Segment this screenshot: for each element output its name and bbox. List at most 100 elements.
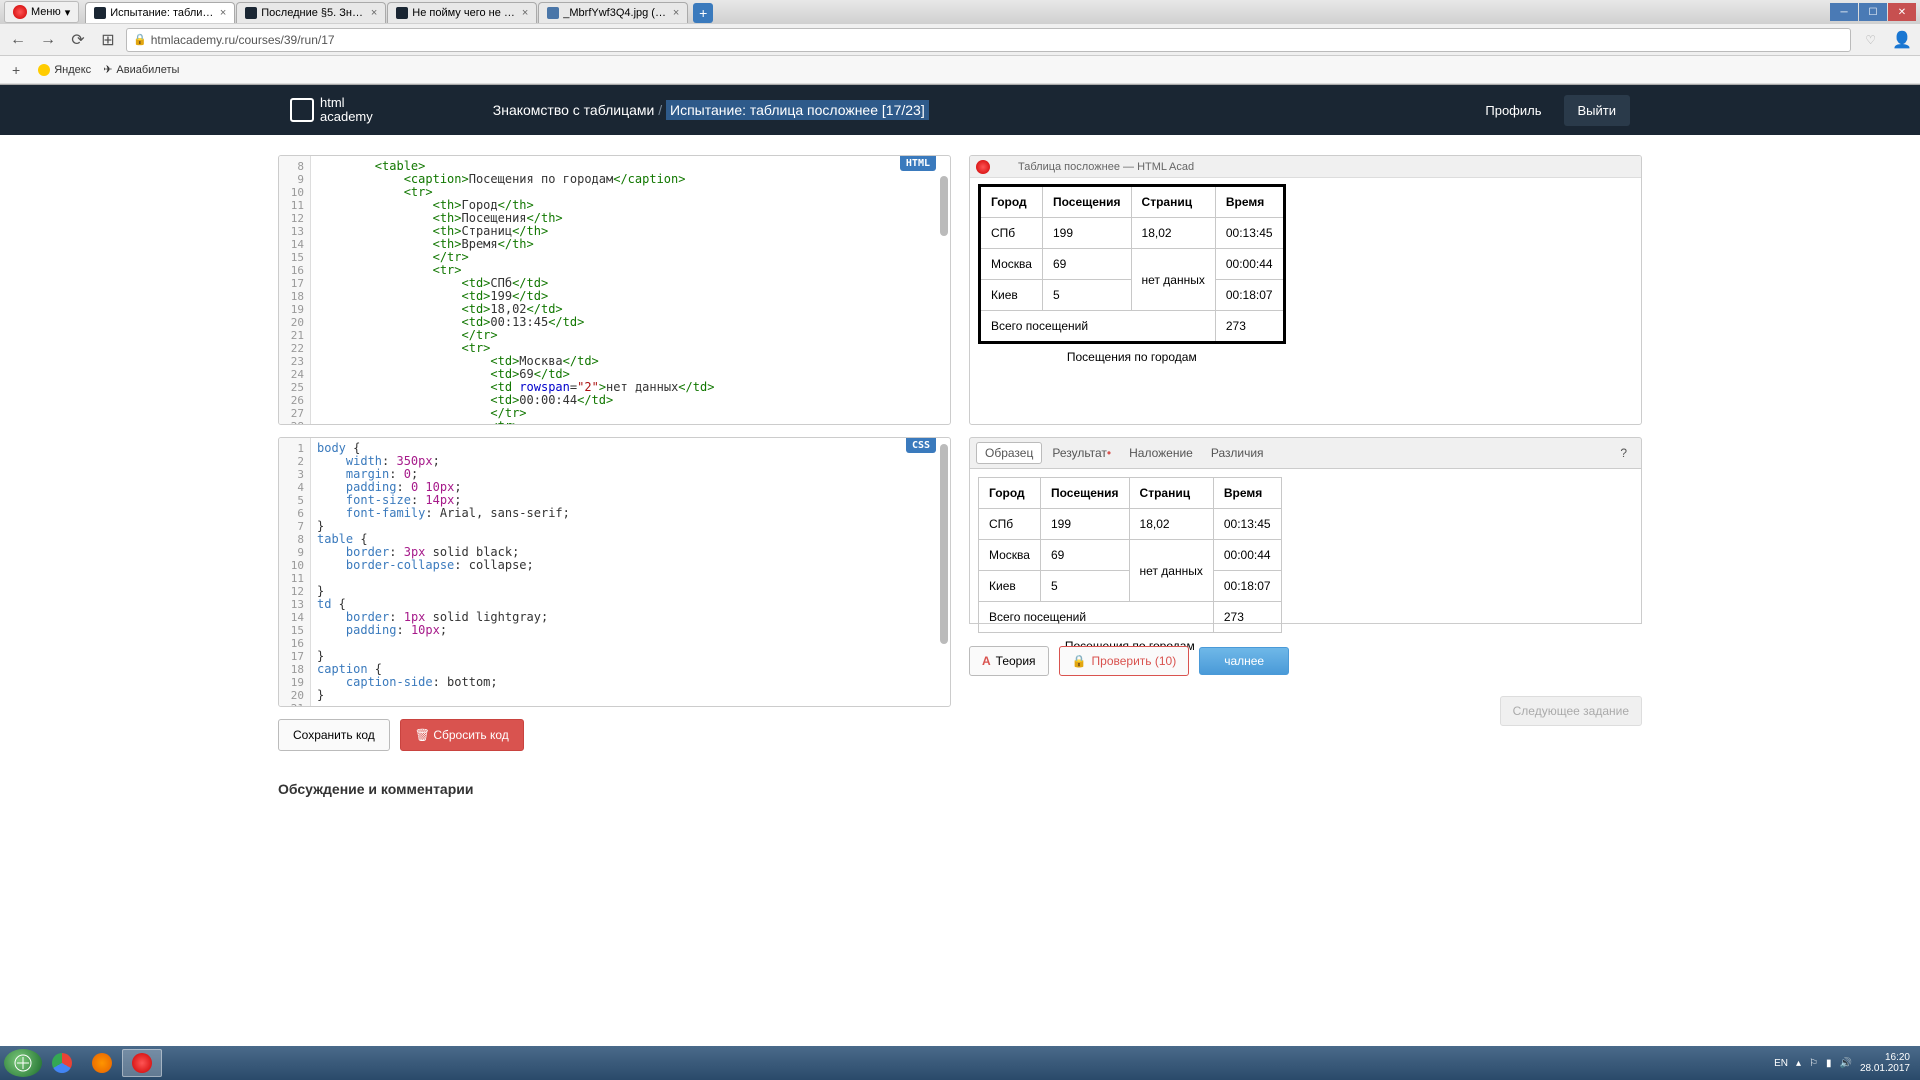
logo[interactable]: html academy <box>290 96 373 125</box>
check-button[interactable]: 🔒 Проверить (10) <box>1059 646 1190 676</box>
bookmark-label: Яндекс <box>54 64 91 76</box>
taskbar-opera[interactable] <box>122 1049 162 1077</box>
result-panel: Образец Результат• Наложение Различия ? … <box>969 437 1642 624</box>
windows-icon <box>14 1054 32 1072</box>
opera-menu-button[interactable]: Меню ▾ <box>4 1 79 23</box>
browser-tab[interactable]: Последние §5. Знакомств × <box>236 2 386 23</box>
table-row: Всего посещений273 <box>980 311 1285 343</box>
tab-diff[interactable]: Различия <box>1203 443 1272 463</box>
menu-label: Меню <box>31 6 61 18</box>
start-button[interactable] <box>4 1049 42 1077</box>
bookmarks-bar: + Яндекс ✈ Авиабилеты <box>0 56 1920 84</box>
profile-button[interactable]: Профиль <box>1471 95 1555 126</box>
add-bookmark-button[interactable]: + <box>6 62 26 78</box>
save-code-button[interactable]: Сохранить код <box>278 719 390 751</box>
bookmark-aviabilety[interactable]: ✈ Авиабилеты <box>103 63 179 76</box>
taskbar-chrome[interactable] <box>42 1049 82 1077</box>
tray-volume-icon[interactable]: 🔊 <box>1839 1058 1851 1069</box>
address-bar: ← → ⟳ ⊞ 🔒 htmlacademy.ru/courses/39/run/… <box>0 24 1920 56</box>
preview-table-top: Посещения по городам Город Посещения Стр… <box>978 184 1286 364</box>
work-area: HTML 89101112131415161718192021222324252… <box>0 135 1920 761</box>
tab-title: Последние §5. Знакомств <box>261 7 367 19</box>
opera-icon <box>976 160 990 174</box>
close-icon[interactable]: × <box>220 7 226 19</box>
windows-taskbar: EN ▴ ⚐ ▮ 🔊 16:20 28.01.2017 <box>0 1046 1920 1080</box>
browser-tab-active[interactable]: Испытание: таблица пос × <box>85 2 235 23</box>
speed-dial-button[interactable]: ⊞ <box>96 28 120 52</box>
next-task-button[interactable]: Следующее задание <box>1500 696 1642 726</box>
editors-column: HTML 89101112131415161718192021222324252… <box>278 155 951 751</box>
chevron-down-icon: ▾ <box>65 6 71 19</box>
tab-title: Не пойму чего не хватае <box>412 7 518 19</box>
taskbar-firefox[interactable] <box>82 1049 122 1077</box>
bookmark-heart-icon[interactable]: ♡ <box>1865 33 1876 47</box>
preview-body: Посещения по городам Город Посещения Стр… <box>970 178 1641 370</box>
th-city: Город <box>980 186 1043 218</box>
url-input[interactable]: 🔒 htmlacademy.ru/courses/39/run/17 <box>126 28 1851 52</box>
browser-tab[interactable]: _MbrfYwf3Q4.jpg (1366× × <box>538 2 688 23</box>
logout-button[interactable]: Выйти <box>1564 95 1631 126</box>
tab-help[interactable]: ? <box>1612 443 1635 463</box>
window-controls: ─ ☐ ✕ <box>1830 3 1916 21</box>
back-button[interactable]: ← <box>6 28 30 52</box>
logo-text: html academy <box>320 96 373 125</box>
close-icon[interactable]: × <box>371 7 377 19</box>
close-icon[interactable]: × <box>522 7 528 19</box>
close-icon[interactable]: × <box>673 7 679 19</box>
tray-clock[interactable]: 16:20 28.01.2017 <box>1860 1052 1910 1074</box>
minimize-button[interactable]: ─ <box>1830 3 1858 21</box>
system-tray: EN ▴ ⚐ ▮ 🔊 16:20 28.01.2017 <box>1774 1052 1916 1074</box>
th-time: Время <box>1215 186 1284 218</box>
tab-overlay[interactable]: Наложение <box>1121 443 1201 463</box>
breadcrumb-parent[interactable]: Знакомство с таблицами <box>493 102 655 118</box>
table-row: СПб19918,0200:13:45 <box>980 218 1285 249</box>
preview-table-bottom: Посещения по городам ГородПосещенияСтран… <box>978 477 1282 653</box>
bookmark-yandex[interactable]: Яндекс <box>38 64 91 76</box>
tab-title: Испытание: таблица пос <box>110 7 216 19</box>
more-button[interactable]: чалнее <box>1199 647 1289 675</box>
preview-column: Таблица посложнее — HTML Acad Посещения … <box>969 155 1642 751</box>
maximize-button[interactable]: ☐ <box>1859 3 1887 21</box>
tab-result[interactable]: Результат• <box>1044 443 1119 463</box>
scrollbar-thumb[interactable] <box>940 444 948 644</box>
html-badge: HTML <box>900 156 936 171</box>
opera-icon <box>13 5 27 19</box>
reload-button[interactable]: ⟳ <box>66 28 90 52</box>
tray-up-icon[interactable]: ▴ <box>1796 1058 1801 1069</box>
tabs-row: Испытание: таблица пос × Последние §5. З… <box>85 2 713 23</box>
reset-code-button[interactable]: 🗑 Сбросить код <box>400 719 524 751</box>
site-header: html academy Знакомство с таблицами / Ис… <box>0 85 1920 135</box>
th-visits: Посещения <box>1042 186 1131 218</box>
breadcrumb-separator: / <box>658 102 666 118</box>
css-editor[interactable]: CSS 123456789101112131415161718192021 bo… <box>278 437 951 707</box>
editor-buttons: Сохранить код 🗑 Сбросить код <box>278 719 951 751</box>
user-icon[interactable]: 👤 <box>1890 28 1914 52</box>
url-text: htmlacademy.ru/courses/39/run/17 <box>151 33 335 47</box>
next-row: Следующее задание <box>969 696 1642 726</box>
css-code[interactable]: body { width: 350px; margin: 0; padding:… <box>311 438 950 706</box>
logo-icon <box>290 98 314 122</box>
breadcrumb-current: Испытание: таблица посложнее [17/23] <box>666 100 929 120</box>
live-preview: Таблица посложнее — HTML Acad Посещения … <box>969 155 1642 425</box>
close-button[interactable]: ✕ <box>1888 3 1916 21</box>
html-editor[interactable]: HTML 89101112131415161718192021222324252… <box>278 155 951 425</box>
new-tab-button[interactable]: + <box>693 3 713 23</box>
css-badge: CSS <box>906 438 936 453</box>
html-code[interactable]: <table> <caption>Посещения по городам</c… <box>311 156 950 424</box>
browser-tab[interactable]: Не пойму чего не хватае × <box>387 2 537 23</box>
browser-chrome: Меню ▾ Испытание: таблица пос × Последни… <box>0 0 1920 85</box>
check-icon: 🔒 <box>1072 654 1087 668</box>
breadcrumb: Знакомство с таблицами / Испытание: табл… <box>493 102 929 118</box>
tray-lang[interactable]: EN <box>1774 1058 1788 1069</box>
forward-button[interactable]: → <box>36 28 60 52</box>
result-body: Посещения по городам ГородПосещенияСтран… <box>969 469 1642 624</box>
html-gutter: 8910111213141516171819202122232425262728 <box>279 156 311 424</box>
tray-flag-icon[interactable]: ⚐ <box>1809 1058 1818 1069</box>
tray-network-icon[interactable]: ▮ <box>1826 1058 1832 1069</box>
favicon-icon <box>94 7 106 19</box>
lock-icon: 🔒 <box>133 33 147 46</box>
tab-sample[interactable]: Образец <box>976 442 1042 464</box>
theory-button[interactable]: A Теория <box>969 646 1049 676</box>
result-tabs: Образец Результат• Наложение Различия ? <box>969 437 1642 469</box>
scrollbar-thumb[interactable] <box>940 176 948 236</box>
